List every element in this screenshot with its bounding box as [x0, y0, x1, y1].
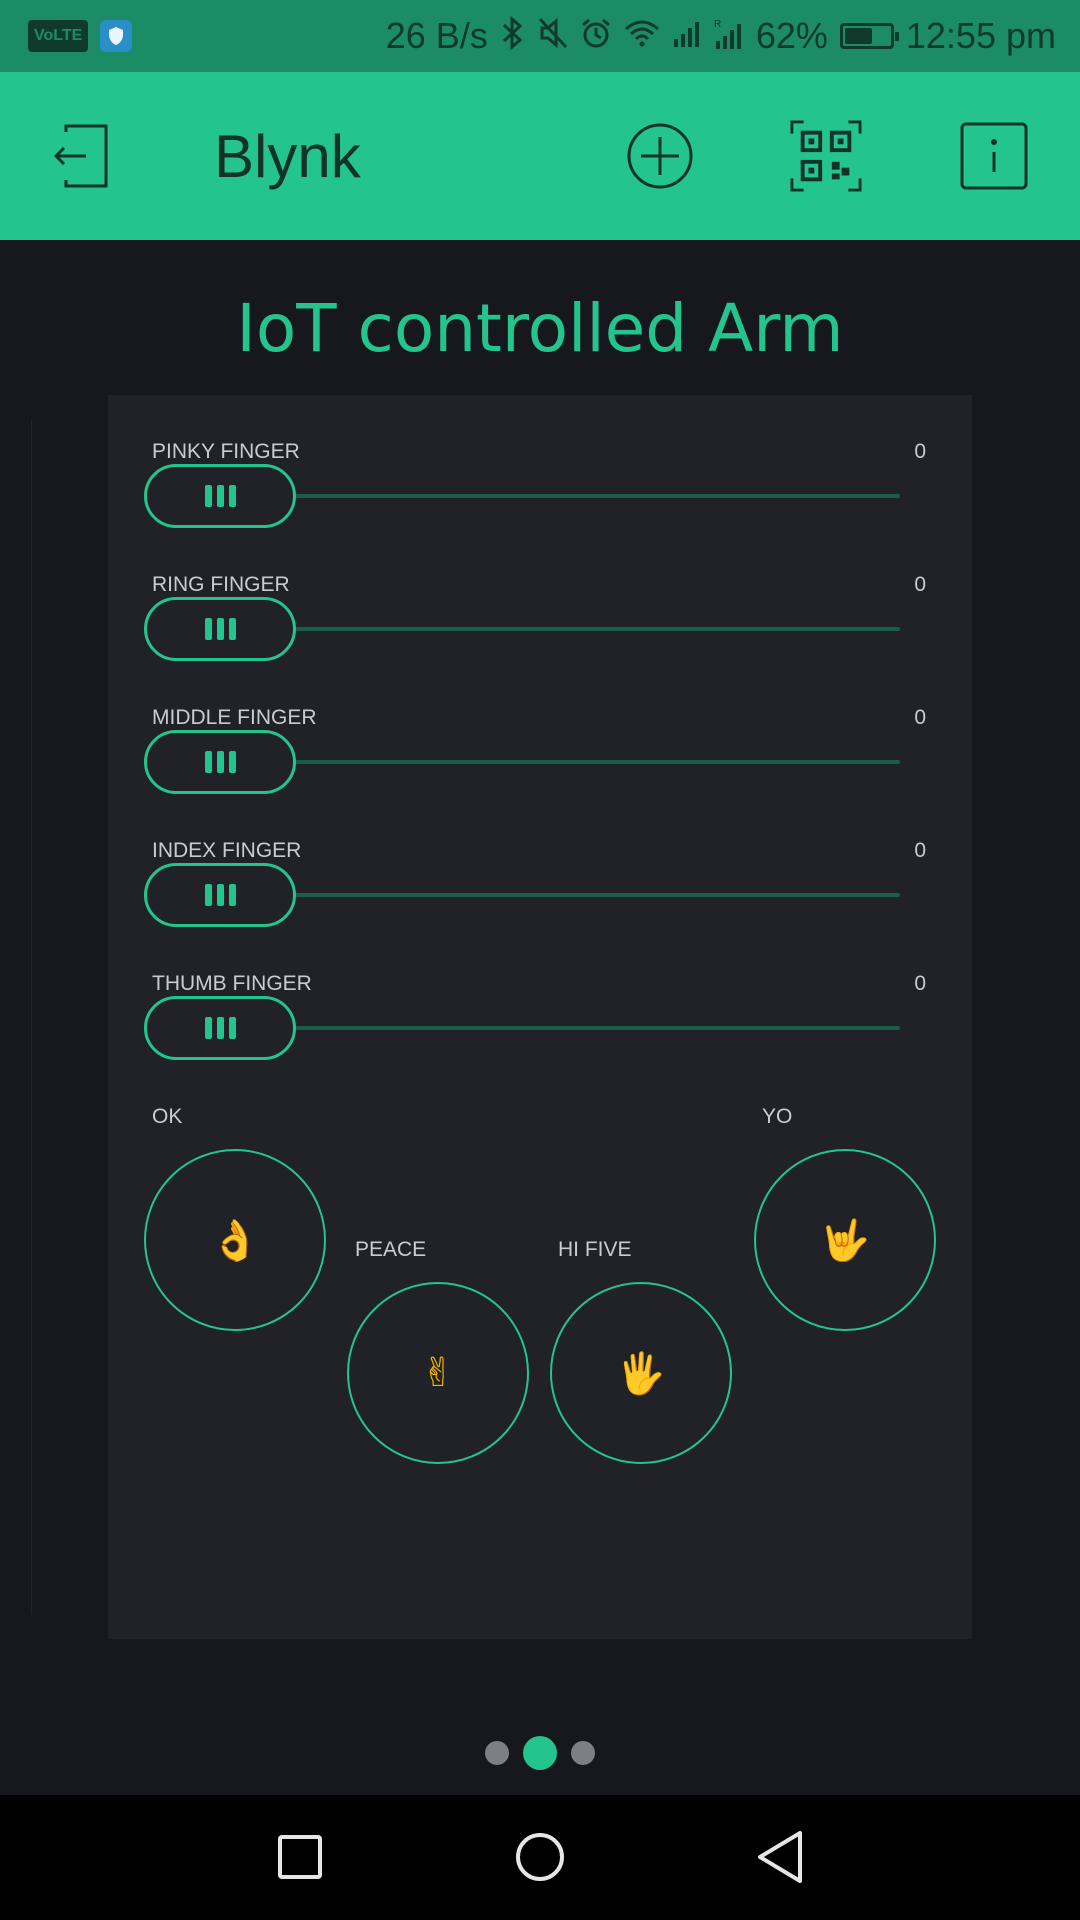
grip-icon	[216, 1017, 224, 1039]
raised-hand-icon: 🖐	[616, 1350, 666, 1397]
signal-roaming-icon: R	[714, 17, 744, 55]
page-dot[interactable]	[571, 1741, 595, 1765]
battery-icon	[839, 23, 899, 49]
battery-level	[844, 28, 873, 44]
app-title: Blynk	[214, 123, 361, 190]
grip-icon	[228, 485, 236, 507]
grip-icon	[216, 751, 224, 773]
net-speed: 26 B/s	[385, 15, 488, 56]
slider-value: 0	[914, 573, 926, 596]
page-dot[interactable]	[485, 1741, 509, 1765]
grip-icon	[204, 751, 212, 773]
slider-handle[interactable]	[144, 464, 296, 528]
square-icon	[278, 1835, 322, 1879]
rock-on-hand-icon: 🤟	[820, 1217, 870, 1264]
battery-percent: 62%	[755, 15, 828, 56]
hi-five-gesture-button[interactable]: 🖐	[550, 1282, 732, 1464]
slider-ring-finger: RING FINGER 0	[144, 573, 926, 683]
signal-icon	[672, 19, 702, 53]
grip-icon	[228, 618, 236, 640]
slider-handle[interactable]	[144, 996, 296, 1060]
slider-track[interactable]	[288, 1026, 900, 1030]
grip-icon	[228, 751, 236, 773]
add-widget-button[interactable]	[624, 120, 696, 192]
ok-gesture-button[interactable]: 👌	[144, 1149, 326, 1331]
navigation-bar	[0, 1795, 1080, 1920]
app-bar: Blynk	[0, 72, 1080, 240]
button-label: HI FIVE	[558, 1238, 632, 1261]
logout-icon	[53, 124, 108, 188]
qr-share-button[interactable]	[790, 120, 862, 192]
grip-icon	[204, 1017, 212, 1039]
slider-value: 0	[914, 972, 926, 995]
slider-middle-finger: MIDDLE FINGER 0	[144, 706, 926, 816]
svg-text:R: R	[714, 19, 721, 30]
grip-icon	[204, 618, 212, 640]
slider-handle[interactable]	[144, 597, 296, 661]
project-settings-button[interactable]	[958, 120, 1030, 192]
slider-label: INDEX FINGER	[152, 839, 302, 862]
volte-badge: VoLTE	[28, 20, 89, 52]
slider-label: RING FINGER	[152, 573, 290, 596]
slider-track[interactable]	[288, 760, 900, 764]
grip-icon	[216, 884, 224, 906]
recent-apps-button[interactable]	[270, 1827, 330, 1887]
adjacent-page-edge	[0, 420, 32, 1615]
back-triangle-icon	[758, 1831, 802, 1883]
slider-value: 0	[914, 706, 926, 729]
slider-label: MIDDLE FINGER	[152, 706, 317, 729]
page-indicator	[0, 1736, 1080, 1770]
victory-hand-icon: ✌	[421, 1350, 455, 1396]
slider-track[interactable]	[288, 627, 900, 631]
home-button[interactable]	[510, 1827, 570, 1887]
bluetooth-icon	[500, 15, 526, 56]
qr-code-icon	[790, 120, 862, 192]
grip-icon	[216, 618, 224, 640]
slider-thumb-finger: THUMB FINGER 0	[144, 972, 926, 1082]
info-icon	[960, 122, 1028, 190]
slider-index-finger: INDEX FINGER 0	[144, 839, 926, 949]
circle-icon	[516, 1833, 564, 1881]
mute-icon	[538, 17, 568, 55]
grip-icon	[228, 884, 236, 906]
add-icon	[627, 123, 693, 189]
grip-icon	[204, 485, 212, 507]
button-label: OK	[152, 1105, 183, 1128]
yo-gesture-button[interactable]: 🤟	[754, 1149, 936, 1331]
status-bar: VoLTE 26 B/s R 62% 12:55 pm	[0, 0, 1080, 72]
grip-icon	[204, 884, 212, 906]
slider-handle[interactable]	[144, 730, 296, 794]
wifi-icon	[624, 19, 660, 53]
button-label: YO	[762, 1105, 793, 1128]
grip-icon	[228, 1017, 236, 1039]
back-button[interactable]	[750, 1827, 810, 1887]
slider-track[interactable]	[288, 893, 900, 897]
slider-pinky-finger: PINKY FINGER 0	[144, 440, 926, 550]
slider-label: THUMB FINGER	[152, 972, 312, 995]
slider-track[interactable]	[288, 494, 900, 498]
slider-label: PINKY FINGER	[152, 440, 300, 463]
page-dot[interactable]	[523, 1736, 557, 1770]
alarm-icon	[580, 17, 612, 55]
slider-handle[interactable]	[144, 863, 296, 927]
grip-icon	[216, 485, 224, 507]
ok-hand-icon: 👌	[210, 1217, 260, 1264]
clock: 12:55 pm	[905, 15, 1056, 56]
slider-value: 0	[914, 440, 926, 463]
shield-app-icon	[100, 20, 133, 52]
peace-gesture-button[interactable]: ✌	[347, 1282, 529, 1464]
button-label: PEACE	[355, 1238, 427, 1261]
logout-button[interactable]	[46, 120, 118, 192]
slider-value: 0	[914, 839, 926, 862]
dashboard-title: IoT controlled Arm	[236, 290, 844, 367]
